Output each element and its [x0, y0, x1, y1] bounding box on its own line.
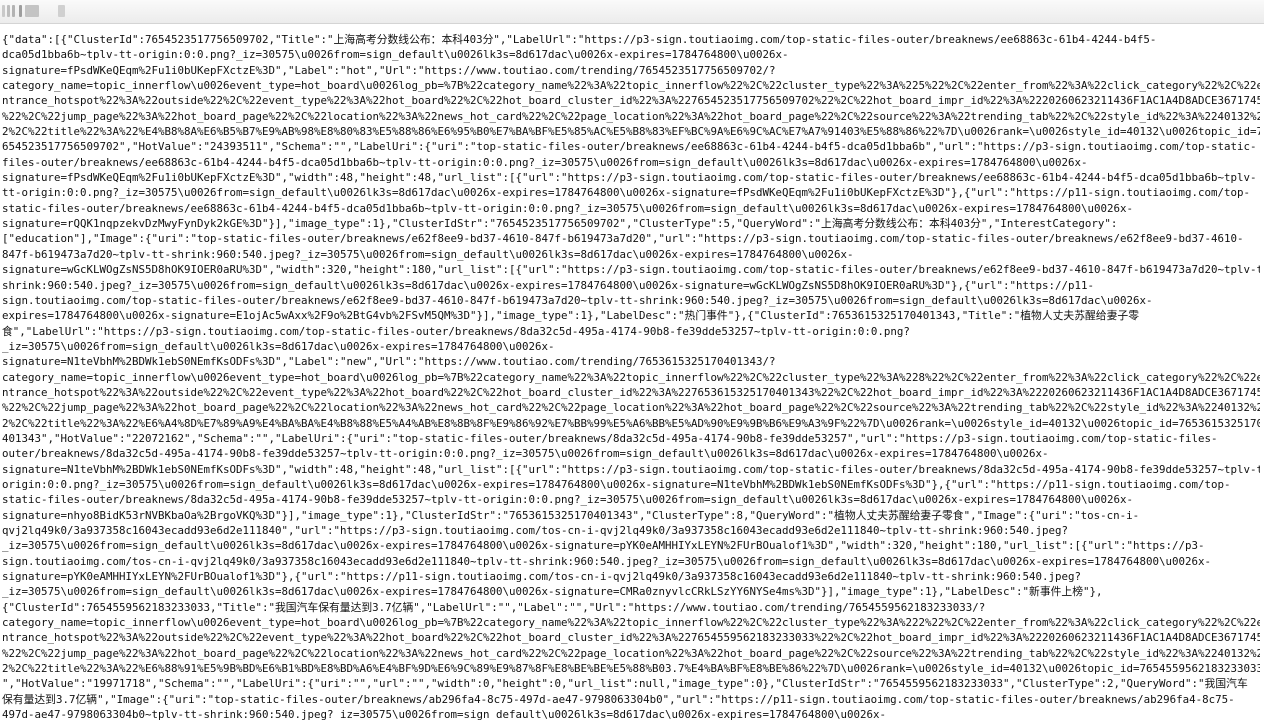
- toolbar-control-icon[interactable]: [58, 5, 65, 17]
- json-text-line: sign.toutiaoimg.com/tos-cn-i-qvj2lq49k0/…: [2, 554, 1212, 568]
- toolbar-control-icon[interactable]: [2, 5, 5, 17]
- json-text-line: {"ClusterId":7654559562183233033,"Title"…: [2, 600, 986, 614]
- json-text-line: ntrance_hotspot%22%3A%22outside%22%2C%22…: [2, 385, 1260, 399]
- json-text-line: 497d-ae47-9798063304b0~tplv-tt-shrink:96…: [2, 708, 887, 720]
- json-text-line: ["education"],"Image":{"uri":"top-static…: [2, 232, 1244, 246]
- json-text-line: signature=N1teVbhM%2BDWk1ebS0NEmfKsODFs%…: [2, 462, 1260, 476]
- json-text-line: signature=pYK0eAMHHIYxLEYN%2FUrBOualof1%…: [2, 570, 1082, 584]
- json-text-line: 847f-b619473a7d20~tplv-tt-shrink:960:540…: [2, 247, 854, 261]
- json-text-line: signature=N1teVbhM%2BDWk1ebS0NEmfKsODFs%…: [2, 355, 776, 369]
- json-text-line: signature=rQQK1nqpzekvDzMwyFynDyk2kGE%3D…: [2, 217, 1118, 231]
- json-text-line: 2%2C%22title%22%3A%22%E6%88%91%E5%9B%BD%…: [2, 662, 1260, 676]
- json-text-line: qvj2lq49k0/3a937358c16043ecadd93e6d2e111…: [2, 524, 1069, 537]
- browser-toolbar: [0, 0, 1264, 24]
- raw-json-response: {"data":[{"ClusterId":765452351775650970…: [2, 32, 1260, 720]
- json-text-line: signature=fPsdWKeQEqm%2Fu1i0bUKepFXctzE%…: [2, 171, 1257, 185]
- json-text-line: category_name=topic_innerflow\u0026event…: [2, 79, 1260, 93]
- json-text-line: files-outer/breaknews/ee68863c-61b4-4244…: [2, 155, 1088, 169]
- json-text-line: ntrance_hotspot%22%3A%22outside%22%2C%22…: [2, 631, 1260, 645]
- json-text-line: category_name=topic_innerflow\u0026event…: [2, 370, 1260, 384]
- json-text-line: static-files-outer/breaknews/8da32c5d-49…: [2, 493, 1134, 507]
- json-text-line: %22%2C%22jump_page%22%3A%22hot_board_pag…: [2, 401, 1260, 415]
- json-text-line: signature=nhyo8BidK53rNVBKbaOa%2BrgoVKQ%…: [2, 508, 1140, 522]
- toolbar-control-icon[interactable]: [19, 5, 22, 17]
- json-text-line: 食","LabelUrl":"https://p3-sign.toutiaoim…: [2, 324, 910, 338]
- json-text-line: ntrance_hotspot%22%3A%22outside%22%2C%22…: [2, 94, 1260, 108]
- toolbar-control-icon[interactable]: [7, 5, 10, 17]
- json-text-line: _iz=30575\u0026from=sign_default\u0026lk…: [2, 585, 1103, 599]
- json-text-line: static-files-outer/breaknews/ee68863c-61…: [2, 201, 1134, 215]
- json-text-line: signature=fPsdWKeQEqm%2Fu1i0bUKepFXctzE%…: [2, 63, 776, 77]
- json-text-line: expires=1784764800\u0026x-signature=E1oj…: [2, 309, 1139, 323]
- json-text-line: dca05d1bba6b~tplv-tt-origin:0:0.png?_iz=…: [2, 48, 789, 62]
- json-text-line: outer/breaknews/8da32c5d-495a-4174-90b8-…: [2, 447, 1049, 461]
- json-text-line: ","HotValue":"19971718","Schema":"","Lab…: [2, 677, 1248, 691]
- json-text-line: 654523517756509702","HotValue":"24393511…: [2, 140, 1257, 154]
- json-text-line: shrink:960:540.jpeg?_iz=30575\u0026from=…: [2, 278, 1095, 292]
- json-text-line: 2%2C%22title%22%3A%22%E4%B8%8A%E6%B5%B7%…: [2, 125, 1260, 139]
- json-text-line: _iz=30575\u0026from=sign_default\u0026lk…: [2, 539, 1205, 553]
- json-text-line: origin:0:0.png?_iz=30575\u0026from=sign_…: [2, 477, 1231, 491]
- json-text-line: _iz=30575\u0026from=sign_default\u0026lk…: [2, 339, 555, 353]
- json-text-line: sign.toutiaoimg.com/top-static-files-out…: [2, 293, 1153, 307]
- json-text-line: 401343","HotValue":"22072162","Schema":"…: [2, 431, 1218, 445]
- json-text-line: 2%2C%22title%22%3A%22%E6%A4%8D%E7%89%A9%…: [2, 416, 1260, 430]
- json-text-line: 保有量达到3.7亿辆","Image":{"uri":"top-static-f…: [2, 692, 1235, 706]
- json-text-line: {"data":[{"ClusterId":765452351775650970…: [2, 33, 1157, 46]
- json-text-line: signature=wGcKLWOgZsNS5D8hOK9IOER0aRU%3D…: [2, 263, 1260, 277]
- json-text-line: %22%2C%22jump_page%22%3A%22hot_board_pag…: [2, 109, 1260, 123]
- toolbar-control-icon[interactable]: [12, 5, 15, 17]
- json-text-line: category_name=topic_innerflow\u0026event…: [2, 616, 1260, 630]
- toolbar-control-icon[interactable]: [25, 5, 39, 17]
- json-text-line: %22%2C%22jump_page%22%3A%22hot_board_pag…: [2, 646, 1260, 660]
- json-text-line: tt-origin:0:0.png?_iz=30575\u0026from=si…: [2, 186, 1251, 200]
